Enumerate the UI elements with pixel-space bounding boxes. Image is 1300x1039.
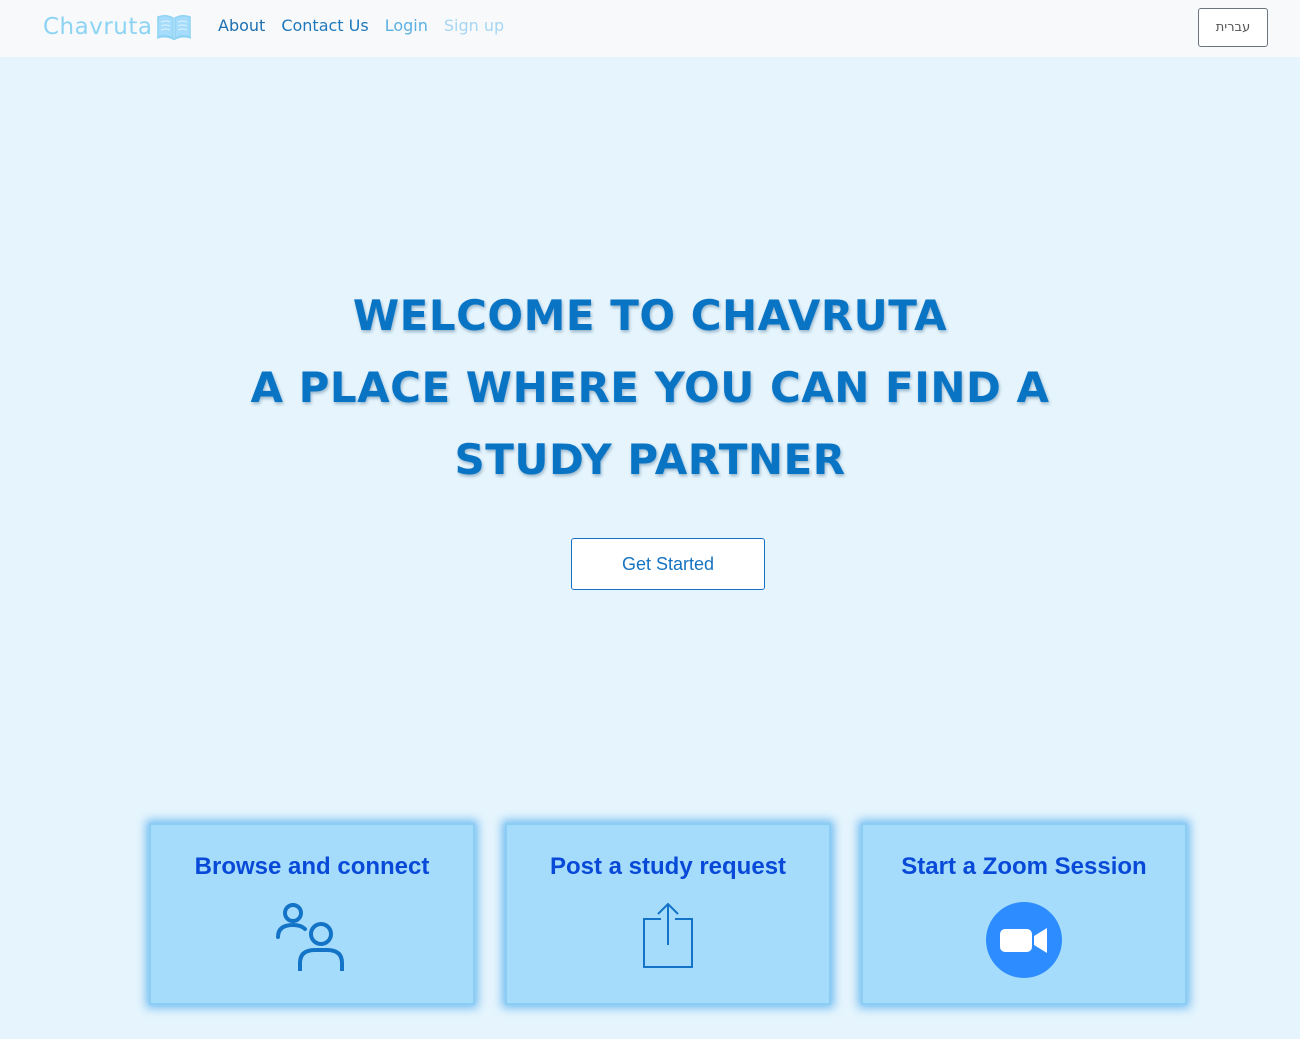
users-icon xyxy=(276,903,344,971)
feature-card-zoom[interactable]: Start a Zoom Session xyxy=(861,823,1187,1005)
feature-card-post-request[interactable]: Post a study request xyxy=(505,823,831,1005)
nav-link-sign-up[interactable]: Sign up xyxy=(444,16,504,35)
hero-title-line-3: STUDY PARTNER xyxy=(454,435,846,484)
nav-link-about[interactable]: About xyxy=(218,16,265,35)
brand-logo-link[interactable]: Chavruta xyxy=(43,13,192,41)
hero-title: WELCOME TO CHAVRUTA A PLACE WHERE YOU CA… xyxy=(0,280,1300,496)
language-toggle-button[interactable]: עברית xyxy=(1198,8,1268,47)
feature-card-title: Browse and connect xyxy=(194,853,430,880)
share-upload-icon xyxy=(643,902,693,968)
nav-link-login[interactable]: Login xyxy=(385,16,428,35)
hero-title-line-1: WELCOME TO CHAVRUTA xyxy=(352,291,948,340)
brand-name: Chavruta xyxy=(43,14,153,40)
nav-link-contact-us[interactable]: Contact Us xyxy=(281,16,368,35)
feature-card-title: Start a Zoom Session xyxy=(901,853,1147,880)
feature-card-title: Post a study request xyxy=(549,853,787,880)
open-book-icon xyxy=(156,14,191,41)
top-navbar: Chavruta About Contact Us Login Sign up … xyxy=(0,0,1300,57)
hero-section: WELCOME TO CHAVRUTA A PLACE WHERE YOU CA… xyxy=(0,280,1300,496)
hero-title-line-2: A PLACE WHERE YOU CAN FIND A xyxy=(250,363,1050,412)
get-started-button[interactable]: Get Started xyxy=(571,538,765,590)
nav-links: About Contact Us Login Sign up xyxy=(218,16,520,35)
feature-card-browse[interactable]: Browse and connect xyxy=(149,823,475,1005)
zoom-video-icon xyxy=(986,902,1062,978)
